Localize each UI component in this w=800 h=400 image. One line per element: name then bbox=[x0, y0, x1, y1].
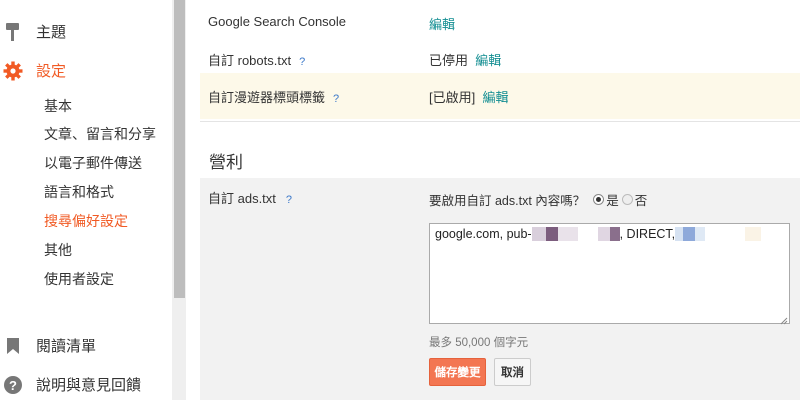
crawler-tags-edit-link[interactable]: 編輯 bbox=[482, 90, 508, 105]
redacted-block bbox=[705, 227, 746, 241]
redacted-block bbox=[597, 227, 610, 241]
redacted-block bbox=[609, 227, 620, 241]
radio-yes-label[interactable]: 是 bbox=[606, 190, 619, 209]
robots-label: 自訂 robots.txt bbox=[208, 53, 292, 68]
nav-item-theme-label: 主題 bbox=[36, 24, 67, 41]
paint-roller-icon bbox=[2, 22, 24, 42]
nav-item-theme[interactable]: 主題 bbox=[0, 21, 66, 42]
redacted-block bbox=[675, 227, 684, 241]
redacted-block bbox=[577, 227, 598, 241]
robots-row: 自訂 robots.txt? 已停用 編輯 bbox=[200, 50, 800, 70]
sidebar: 主題 設定 基本 文章、留言和分享 以電子郵件傳送 語言和格式 搜尋偏好設定 其… bbox=[0, 0, 172, 400]
sub-item-posts-comments-sharing[interactable]: 文章、留言和分享 bbox=[44, 124, 156, 144]
redacted-block bbox=[683, 227, 696, 241]
nav-item-reading-list[interactable]: 閱讀清單 bbox=[0, 335, 96, 356]
redacted-block bbox=[695, 227, 706, 241]
search-console-label: Google Search Console bbox=[208, 14, 347, 29]
search-console-row: Google Search Console 編輯 bbox=[200, 14, 800, 34]
robots-status: 已停用 bbox=[429, 53, 469, 68]
radio-no[interactable] bbox=[621, 194, 633, 205]
redacted-block bbox=[745, 227, 762, 241]
sub-item-language-formatting[interactable]: 語言和格式 bbox=[44, 182, 114, 202]
robots-help-icon[interactable]: ? bbox=[299, 56, 305, 68]
svg-text:?: ? bbox=[9, 378, 17, 393]
crawler-tags-status: [已啟用] bbox=[429, 90, 476, 105]
ads-txt-question-text: 要啟用自訂 ads.txt 內容嗎？ bbox=[429, 194, 586, 208]
sub-item-search-preferences[interactable]: 搜尋偏好設定 bbox=[44, 211, 128, 231]
monetization-section-title: 營利 bbox=[209, 153, 243, 172]
redacted-block bbox=[557, 227, 578, 241]
radio-yes[interactable] bbox=[593, 194, 605, 205]
settings-main: Google Search Console 編輯 自訂 robots.txt? … bbox=[200, 0, 800, 400]
char-limit-hint: 最多 50,000 個字元 bbox=[429, 337, 529, 349]
section-divider bbox=[200, 121, 800, 122]
search-console-edit-link[interactable]: 編輯 bbox=[429, 17, 455, 32]
sub-item-other[interactable]: 其他 bbox=[44, 240, 72, 260]
cancel-button[interactable]: 取消 bbox=[494, 358, 531, 386]
sub-item-email[interactable]: 以電子郵件傳送 bbox=[44, 153, 142, 173]
ads-txt-enable-question: 要啟用自訂 ads.txt 內容嗎？ 是 否 bbox=[429, 190, 647, 209]
nav-item-settings[interactable]: 設定 bbox=[0, 60, 66, 81]
crawler-tags-label: 自訂漫遊器標頭標籤 bbox=[208, 90, 326, 105]
crawler-tags-row: 自訂漫遊器標頭標籤? [已啟用] 編輯 bbox=[200, 73, 800, 119]
ads-txt-help-icon[interactable]: ? bbox=[286, 194, 292, 206]
ads-txt-row: 自訂 ads.txt? 要啟用自訂 ads.txt 內容嗎？ 是 否 googl… bbox=[200, 178, 800, 400]
nav-item-help[interactable]: ? 說明與意見回饋 bbox=[0, 374, 141, 395]
nav-item-settings-label: 設定 bbox=[36, 63, 67, 80]
help-icon: ? bbox=[2, 375, 24, 395]
gear-icon bbox=[2, 61, 24, 81]
robots-edit-link[interactable]: 編輯 bbox=[475, 53, 501, 68]
ads-txt-content-direct: , DIRECT, bbox=[619, 227, 676, 241]
sidebar-scrollbar-thumb[interactable] bbox=[174, 0, 185, 298]
nav-item-help-label: 說明與意見回饋 bbox=[36, 377, 142, 394]
ads-txt-content-prefix: google.com, pub- bbox=[435, 227, 532, 241]
redacted-block bbox=[545, 227, 558, 241]
ads-txt-content-textarea[interactable]: google.com, pub- , DIRECT, bbox=[429, 223, 790, 325]
save-changes-button[interactable]: 儲存變更 bbox=[429, 358, 486, 386]
crawler-tags-help-icon[interactable]: ? bbox=[333, 93, 339, 105]
bookmark-icon bbox=[2, 337, 24, 355]
redacted-block bbox=[531, 227, 546, 241]
textarea-resize-handle[interactable] bbox=[780, 314, 788, 325]
ads-txt-label: 自訂 ads.txt bbox=[208, 191, 276, 206]
sub-item-user-settings[interactable]: 使用者設定 bbox=[44, 269, 114, 289]
nav-item-reading-list-label: 閱讀清單 bbox=[36, 338, 97, 355]
radio-no-label[interactable]: 否 bbox=[635, 190, 648, 209]
sub-item-basic[interactable]: 基本 bbox=[44, 96, 72, 116]
